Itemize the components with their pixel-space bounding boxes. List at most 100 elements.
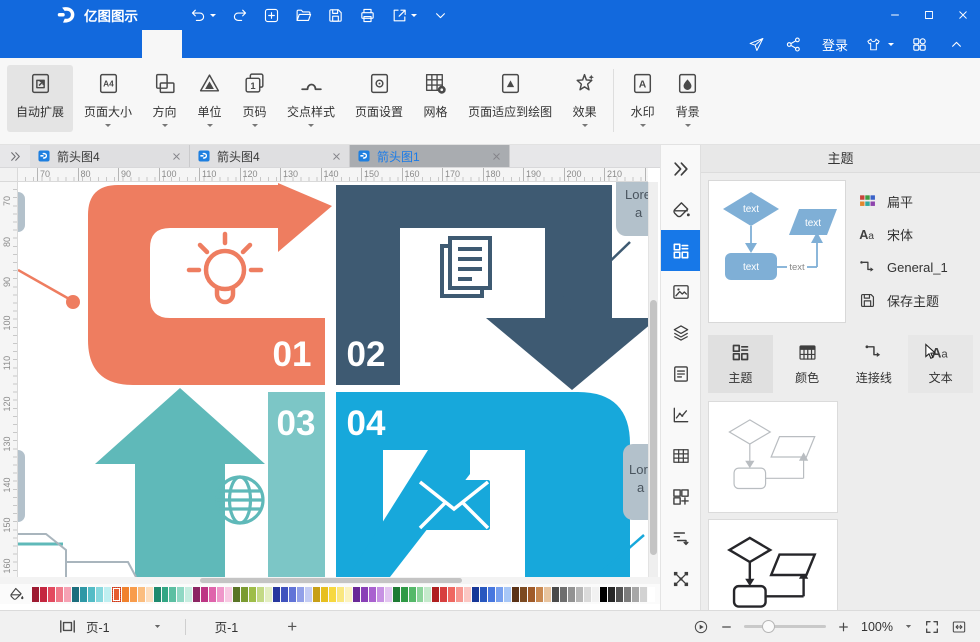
color-swatch[interactable] [504, 587, 511, 602]
outline-tool[interactable] [661, 517, 701, 558]
color-swatch[interactable] [104, 587, 111, 602]
color-swatch[interactable] [209, 587, 216, 602]
color-swatch[interactable] [185, 587, 192, 602]
color-swatch[interactable] [632, 587, 639, 602]
zoom-slider-knob[interactable] [762, 620, 775, 633]
theme-tool[interactable] [661, 230, 701, 271]
ribbon-fit-page[interactable]: 页面适应到绘图 [459, 65, 561, 132]
undo-button[interactable] [190, 7, 216, 24]
color-swatch[interactable] [488, 587, 495, 602]
color-swatch[interactable] [72, 587, 79, 602]
page-tab[interactable]: 页-1 [209, 616, 245, 637]
color-swatch[interactable] [377, 587, 384, 602]
login-button[interactable]: 登录 [822, 35, 848, 54]
minimize-button[interactable] [878, 0, 912, 30]
skin-button[interactable] [865, 36, 894, 53]
color-swatch[interactable] [640, 587, 647, 602]
zoom-level[interactable]: 100% [861, 620, 893, 634]
theme-thumbnail-1[interactable] [708, 401, 838, 513]
color-swatch[interactable] [584, 587, 591, 602]
color-swatch[interactable] [616, 587, 623, 602]
ribbon-units[interactable]: 单位 [188, 65, 231, 132]
color-swatch[interactable] [64, 587, 71, 602]
color-swatch[interactable] [552, 587, 559, 602]
zoom-out-icon[interactable] [720, 619, 733, 635]
theme-connector-style[interactable]: General_1 [858, 251, 978, 284]
note-tool[interactable] [661, 353, 701, 394]
ribbon-page-size[interactable]: A4 页面大小 [75, 65, 141, 132]
send-button[interactable] [748, 36, 768, 53]
panel-tab-color[interactable]: 颜色 [775, 335, 840, 393]
shapes-tool[interactable] [661, 476, 701, 517]
caret-down-icon[interactable] [904, 622, 913, 631]
apps-button[interactable] [911, 36, 931, 53]
tab-view[interactable] [186, 30, 226, 58]
document-tab-3[interactable]: 箭头图1 [350, 145, 510, 167]
color-swatch[interactable] [48, 587, 55, 602]
color-swatch[interactable] [544, 587, 551, 602]
color-swatch[interactable] [289, 587, 296, 602]
layers-tool[interactable] [661, 312, 701, 353]
color-swatch[interactable] [624, 587, 631, 602]
ribbon-grid[interactable]: 网格 [414, 65, 457, 132]
color-swatch[interactable] [329, 587, 336, 602]
color-swatch[interactable] [193, 587, 200, 602]
color-swatch[interactable] [353, 587, 360, 602]
close-tab-icon[interactable] [331, 151, 342, 162]
fit-width-icon[interactable] [951, 619, 967, 635]
share-button[interactable] [785, 36, 805, 53]
tab-symbols[interactable] [230, 30, 270, 58]
color-swatch[interactable] [385, 587, 392, 602]
color-swatch[interactable] [146, 587, 153, 602]
ribbon-effects[interactable]: 效果 [563, 65, 606, 132]
color-swatch[interactable] [130, 587, 137, 602]
paint-bucket-icon[interactable] [8, 586, 25, 603]
color-swatch[interactable] [88, 587, 95, 602]
color-swatch[interactable] [169, 587, 176, 602]
ribbon-junction-style[interactable]: 交点样式 [278, 65, 344, 132]
color-swatch[interactable] [512, 587, 519, 602]
horizontal-scrollbar[interactable] [0, 577, 660, 584]
color-swatch[interactable] [401, 587, 408, 602]
tab-help[interactable] [274, 30, 314, 58]
color-swatch[interactable] [56, 587, 63, 602]
color-swatch[interactable] [201, 587, 208, 602]
color-swatch[interactable] [345, 587, 352, 602]
caret-down-icon[interactable] [153, 622, 162, 631]
color-swatch[interactable] [600, 587, 607, 602]
color-swatch[interactable] [80, 587, 87, 602]
document-tab-2[interactable]: 箭头图4 [190, 145, 350, 167]
ribbon-watermark[interactable]: A 水印 [621, 65, 664, 132]
tab-file[interactable] [10, 30, 50, 58]
theme-font[interactable]: Aa 宋体 [858, 218, 978, 251]
color-swatch[interactable] [520, 587, 527, 602]
color-swatch[interactable] [321, 587, 328, 602]
color-swatch[interactable] [496, 587, 503, 602]
document-tab-1[interactable]: 箭头图4 [30, 145, 190, 167]
color-swatch[interactable] [393, 587, 400, 602]
close-tab-icon[interactable] [171, 151, 182, 162]
step-04-shape[interactable]: 04 [336, 392, 630, 577]
drawing-canvas[interactable]: 01 02 03 [18, 182, 648, 577]
theme-color-scheme[interactable]: 扁平 [858, 185, 978, 218]
color-swatch[interactable] [313, 587, 320, 602]
print-button[interactable] [359, 7, 376, 24]
color-swatch[interactable] [472, 587, 479, 602]
color-swatch[interactable] [162, 587, 169, 602]
vertical-scrollbar[interactable] [648, 182, 658, 577]
color-swatch[interactable] [96, 587, 103, 602]
export-button[interactable] [391, 7, 417, 24]
chart-tool[interactable] [661, 394, 701, 435]
maximize-button[interactable] [912, 0, 946, 30]
close-button[interactable] [946, 0, 980, 30]
fullscreen-icon[interactable] [924, 619, 940, 635]
color-swatch[interactable] [233, 587, 240, 602]
ribbon-auto-expand[interactable]: 自动扩展 [7, 65, 73, 132]
tab-home[interactable] [54, 30, 94, 58]
table-tool[interactable] [661, 435, 701, 476]
panel-tab-theme[interactable]: 主题 [708, 335, 773, 393]
color-swatch[interactable] [480, 587, 487, 602]
color-swatch[interactable] [409, 587, 416, 602]
theme-preview-card[interactable]: text text text text [708, 180, 846, 323]
customize-toolbar-button[interactable] [432, 7, 449, 24]
